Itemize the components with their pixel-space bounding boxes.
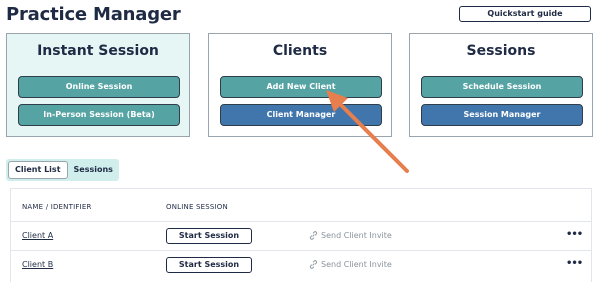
- tab-client-list[interactable]: Client List: [8, 161, 68, 179]
- schedule-session-button[interactable]: Schedule Session: [421, 76, 583, 98]
- page-title: Practice Manager: [6, 4, 181, 25]
- client-table: NAME / IDENTIFIER ONLINE SESSION Client …: [10, 188, 592, 282]
- client-name-link[interactable]: Client A: [22, 231, 53, 240]
- instant-session-card: Instant Session Online Session In-Person…: [6, 33, 190, 137]
- column-header-online-session: ONLINE SESSION: [166, 203, 228, 211]
- session-manager-button[interactable]: Session Manager: [421, 104, 583, 126]
- add-new-client-button[interactable]: Add New Client: [220, 76, 382, 98]
- send-client-invite-link[interactable]: Send Client Invite: [309, 260, 392, 269]
- clients-card: Clients Add New Client Client Manager: [208, 33, 392, 137]
- client-manager-button[interactable]: Client Manager: [220, 104, 382, 126]
- sessions-card: Sessions Schedule Session Session Manage…: [409, 33, 593, 137]
- link-icon: [309, 260, 318, 269]
- tab-sessions[interactable]: Sessions: [68, 161, 119, 179]
- start-session-button[interactable]: Start Session: [166, 228, 252, 244]
- quickstart-guide-button[interactable]: Quickstart guide: [459, 6, 591, 22]
- online-session-button[interactable]: Online Session: [18, 76, 180, 98]
- row-divider: [11, 221, 591, 222]
- send-client-invite-label: Send Client Invite: [321, 231, 392, 240]
- send-client-invite-label: Send Client Invite: [321, 260, 392, 269]
- in-person-session-button[interactable]: In-Person Session (Beta): [18, 104, 180, 126]
- clients-title: Clients: [272, 43, 328, 59]
- view-tabs: Client List Sessions: [6, 159, 119, 181]
- client-name-link[interactable]: Client B: [22, 260, 53, 269]
- sessions-title: Sessions: [466, 43, 536, 59]
- row-divider: [11, 250, 591, 251]
- send-client-invite-link[interactable]: Send Client Invite: [309, 231, 392, 240]
- more-options-icon[interactable]: •••: [566, 258, 583, 269]
- start-session-button[interactable]: Start Session: [166, 257, 252, 273]
- more-options-icon[interactable]: •••: [566, 229, 583, 240]
- column-header-name: NAME / IDENTIFIER: [22, 203, 92, 211]
- link-icon: [309, 231, 318, 240]
- instant-session-title: Instant Session: [37, 43, 159, 59]
